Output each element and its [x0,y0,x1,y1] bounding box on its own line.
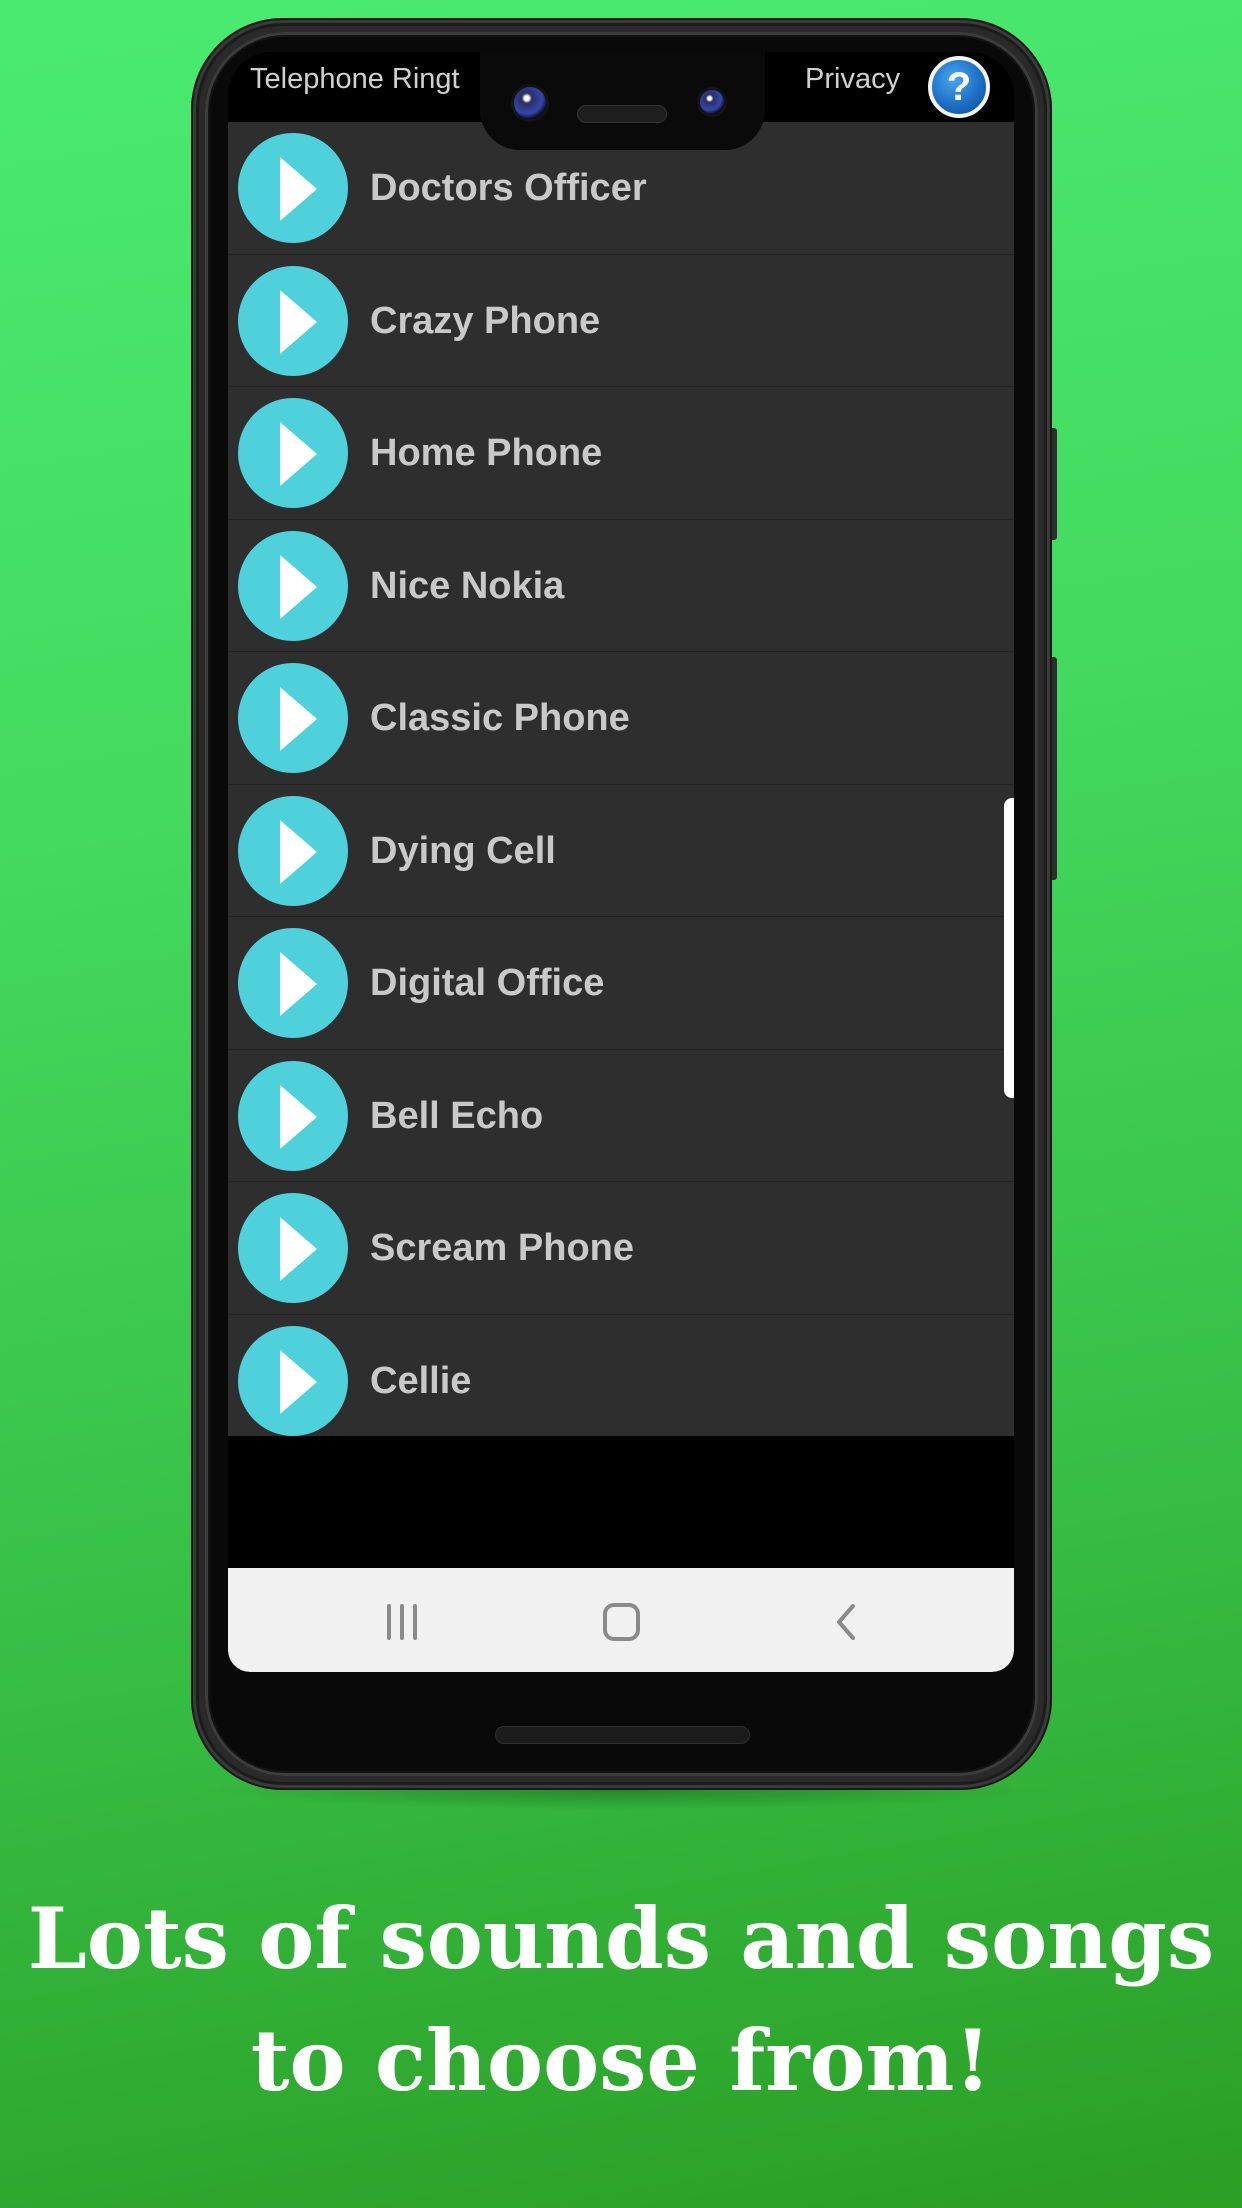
play-icon [280,1084,317,1149]
ringtone-label: Dying Cell [370,829,556,872]
play-button[interactable] [238,398,348,508]
play-icon [280,819,317,884]
bottom-speaker [495,1726,750,1744]
earpiece-speaker [577,105,667,123]
ringtone-row[interactable]: Home Phone [228,387,1014,520]
back-chevron-icon [837,1604,855,1640]
ringtone-label: Digital Office [370,962,605,1004]
ringtone-list[interactable]: Doctors Officer Crazy Phone Home Phone Nice… [228,122,1014,1436]
home-icon [603,1603,640,1641]
caption-line-2: to choose from! [250,2011,992,2110]
ringtone-row[interactable]: Nice Nokia [228,520,1014,652]
ringtone-label: Classic Phone [370,697,630,739]
ringtone-label: Cellie [370,1359,472,1402]
empty-area [228,1436,1014,1568]
play-button[interactable] [238,265,348,376]
ringtone-row[interactable]: Crazy Phone [228,255,1014,387]
play-button[interactable] [238,1325,348,1436]
play-icon [280,422,317,486]
play-button[interactable] [238,928,348,1038]
recent-apps-icon [387,1604,417,1640]
play-icon [280,952,317,1016]
ringtone-label: Crazy Phone [370,299,601,342]
back-button[interactable] [822,1598,872,1648]
ringtone-row[interactable]: Scream Phone [228,1182,1014,1315]
scrollbar[interactable] [1004,798,1014,1098]
ringtone-row[interactable]: Bell Echo [228,1050,1014,1182]
play-icon [280,687,317,751]
privacy-link[interactable]: Privacy [805,63,900,96]
promo-caption: Lots of sounds and songs to choose from! [0,1878,1242,2122]
front-sensor-icon [700,90,724,114]
caption-line-1: Lots of sounds and songs [27,1889,1215,1988]
app-title: Telephone Ringt [250,63,460,95]
play-icon [280,289,317,354]
home-button[interactable] [597,1598,647,1648]
help-button[interactable]: ? [928,56,990,118]
ringtone-row[interactable]: Cellie [228,1315,1014,1437]
play-icon [280,157,317,221]
play-icon [280,1217,317,1281]
app-screen: Telephone Ringt Privacy ? Doctors Office… [228,52,1014,1672]
play-button[interactable] [238,1060,348,1171]
play-icon [280,554,317,619]
play-button[interactable] [238,530,348,641]
question-mark-icon: ? [946,64,972,109]
system-nav-bar [228,1568,1014,1672]
play-button[interactable] [238,1193,348,1303]
ringtone-label: Bell Echo [370,1094,544,1137]
ringtone-row[interactable]: Digital Office [228,917,1014,1050]
play-icon [280,1349,317,1414]
play-button[interactable] [238,133,348,243]
ringtone-row[interactable]: Dying Cell [228,785,1014,917]
camera-notch [480,52,765,150]
front-camera-icon [514,87,546,119]
play-button[interactable] [238,795,348,906]
recent-apps-button[interactable] [376,1598,426,1648]
play-button[interactable] [238,663,348,773]
ringtone-label: Home Phone [370,432,603,474]
ringtone-label: Scream Phone [370,1227,634,1269]
ringtone-label: Nice Nokia [370,564,565,607]
ringtone-row[interactable]: Classic Phone [228,652,1014,785]
